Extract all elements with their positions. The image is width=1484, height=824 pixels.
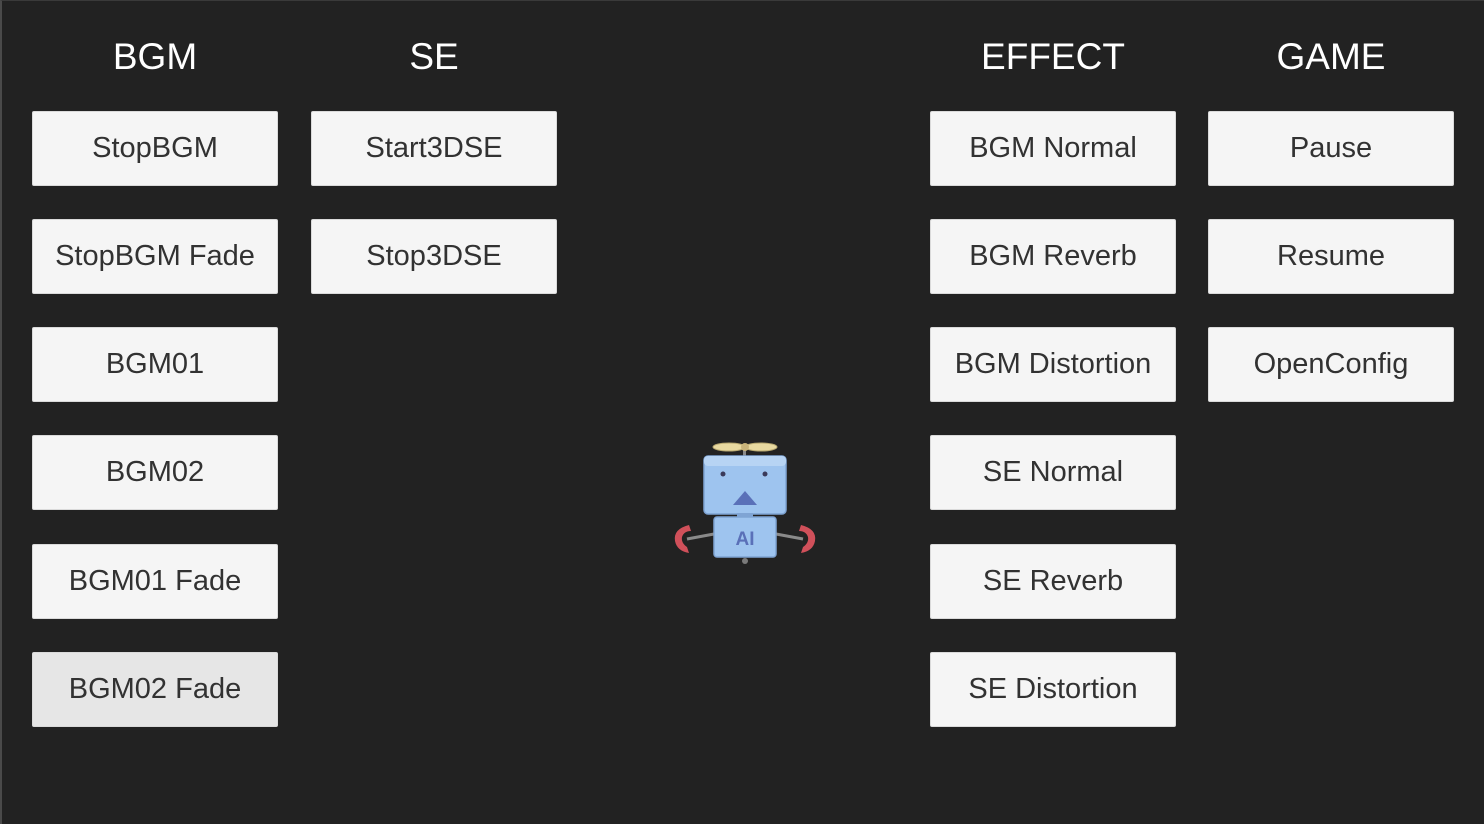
stop-bgm-fade-button[interactable]: StopBGM Fade: [32, 219, 278, 294]
stop-bgm-button[interactable]: StopBGM: [32, 111, 278, 186]
start-3d-se-button[interactable]: Start3DSE: [311, 111, 557, 186]
game-header: GAME: [1276, 36, 1386, 77]
bgm-header: BGM: [112, 36, 198, 77]
bgm-distortion-button[interactable]: BGM Distortion: [930, 327, 1176, 402]
bgm01-button[interactable]: BGM01: [32, 327, 278, 402]
se-normal-button[interactable]: SE Normal: [930, 435, 1176, 510]
effect-header: EFFECT: [981, 36, 1125, 77]
stop-3d-se-button[interactable]: Stop3DSE: [311, 219, 557, 294]
se-distortion-button[interactable]: SE Distortion: [930, 652, 1176, 727]
se-reverb-button[interactable]: SE Reverb: [930, 544, 1176, 619]
bgm01-fade-button[interactable]: BGM01 Fade: [32, 544, 278, 619]
resume-button[interactable]: Resume: [1208, 219, 1454, 294]
robot-mascot-icon: AI: [667, 437, 823, 569]
pause-button[interactable]: Pause: [1208, 111, 1454, 186]
game-screen: BGM StopBGM StopBGM Fade BGM01 BGM02 BGM…: [0, 0, 1484, 824]
mascot-chest-label: AI: [736, 529, 755, 550]
open-config-button[interactable]: OpenConfig: [1208, 327, 1454, 402]
bgm02-fade-button[interactable]: BGM02 Fade: [32, 652, 278, 727]
se-header: SE: [409, 36, 459, 77]
bgm02-button[interactable]: BGM02: [32, 435, 278, 510]
bgm-normal-button[interactable]: BGM Normal: [930, 111, 1176, 186]
bgm-reverb-button[interactable]: BGM Reverb: [930, 219, 1176, 294]
